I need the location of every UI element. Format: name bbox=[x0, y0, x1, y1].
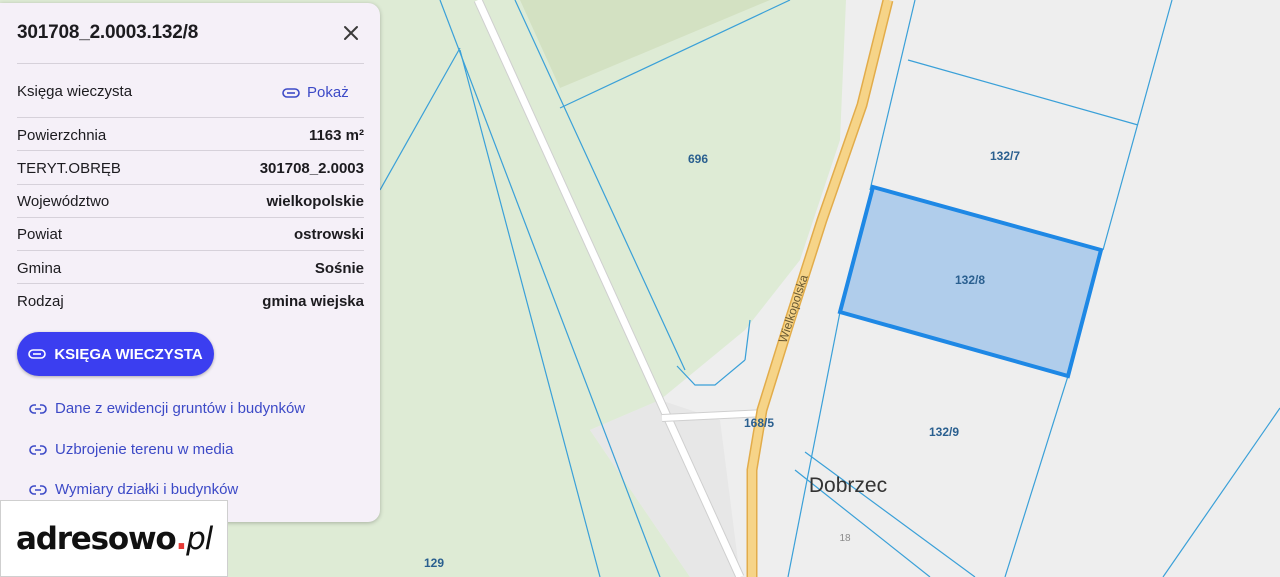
divider bbox=[17, 217, 364, 218]
commune-label: Gmina bbox=[17, 260, 62, 277]
dimensions-link[interactable]: Wymiary działki i budynków bbox=[29, 481, 238, 498]
parcel-info-panel: 301708_2.0003.132/8 Księga wieczysta Pok… bbox=[0, 3, 380, 522]
voivodeship-value: wielkopolskie bbox=[266, 193, 364, 210]
divider bbox=[17, 150, 364, 151]
building-number-18: 18 bbox=[839, 533, 851, 544]
type-label: Rodzaj bbox=[17, 293, 64, 310]
commune-value: Sośnie bbox=[314, 260, 364, 277]
link-icon bbox=[28, 349, 47, 359]
adresowo-logo: adresowo.pl bbox=[0, 500, 228, 577]
type-value: gmina wiejska bbox=[262, 293, 364, 310]
land-register-button[interactable]: KSIĘGA WIECZYSTA bbox=[17, 332, 214, 376]
logo-name: adresowo bbox=[16, 520, 177, 557]
land-register-button-label: KSIĘGA WIECZYSTA bbox=[54, 345, 203, 363]
logo-tld: pl bbox=[186, 520, 213, 557]
place-label: Dobrzec bbox=[809, 474, 887, 497]
area-label: Powierzchnia bbox=[17, 127, 107, 144]
cadastre-data-link-label: Dane z ewidencji gruntów i budynków bbox=[55, 400, 306, 417]
utilities-link[interactable]: Uzbrojenie terenu w media bbox=[29, 441, 233, 458]
parcel-label-132-9: 132/9 bbox=[929, 425, 959, 439]
utilities-link-label: Uzbrojenie terenu w media bbox=[55, 441, 234, 458]
voivodeship-label: Województwo bbox=[17, 193, 110, 210]
show-link-label: Pokaż bbox=[307, 84, 349, 101]
link-icon bbox=[29, 484, 47, 495]
close-icon bbox=[344, 26, 358, 40]
close-button[interactable] bbox=[338, 20, 364, 46]
parcel-label-168-5: 168/5 bbox=[744, 416, 774, 430]
land-register-label: Księga wieczysta bbox=[17, 83, 133, 100]
area-value: 1163 m² bbox=[308, 127, 364, 144]
divider bbox=[17, 184, 364, 185]
dimensions-link-label: Wymiary działki i budynków bbox=[55, 481, 239, 498]
county-value: ostrowski bbox=[293, 226, 364, 243]
show-land-register-link[interactable]: Pokaż bbox=[282, 84, 349, 101]
link-icon bbox=[29, 403, 47, 414]
parcel-label-696: 696 bbox=[688, 152, 708, 166]
parcel-label-132-7: 132/7 bbox=[990, 149, 1020, 163]
divider bbox=[17, 283, 364, 284]
logo-dot: . bbox=[175, 520, 188, 557]
panel-title: 301708_2.0003.132/8 bbox=[17, 22, 199, 43]
link-icon bbox=[29, 444, 47, 455]
cadastre-data-link[interactable]: Dane z ewidencji gruntów i budynków bbox=[29, 400, 305, 417]
parcel-label-129: 129 bbox=[424, 556, 444, 570]
logo-text: adresowo.pl bbox=[16, 520, 213, 557]
divider bbox=[17, 250, 364, 251]
county-label: Powiat bbox=[17, 226, 63, 243]
teryt-label: TERYT.OBRĘB bbox=[17, 160, 121, 177]
divider bbox=[17, 117, 364, 118]
parcel-label-132-8: 132/8 bbox=[955, 273, 985, 287]
link-icon bbox=[282, 87, 300, 98]
divider bbox=[17, 63, 364, 64]
teryt-value: 301708_2.0003 bbox=[259, 160, 364, 177]
